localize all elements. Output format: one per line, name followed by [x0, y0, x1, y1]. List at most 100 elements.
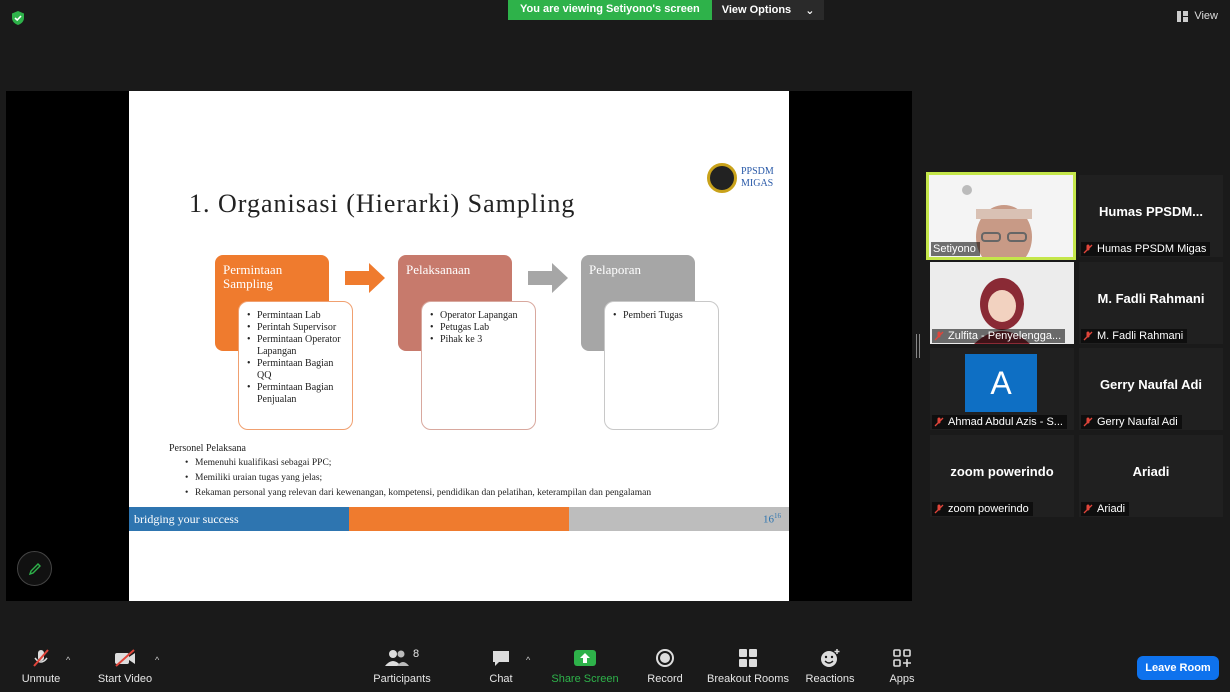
participant-label: zoom powerindo	[932, 502, 1033, 516]
apps-label: Apps	[889, 673, 915, 685]
page-number: 16	[763, 513, 774, 526]
participant-tile-zoom-powerindo[interactable]: zoom powerindo zoom powerindo	[930, 435, 1074, 517]
participant-tile-setiyono[interactable]: Setiyono	[926, 172, 1076, 260]
reactions-label: Reactions	[805, 673, 855, 685]
participants-label: Participants	[373, 673, 431, 685]
footer-tagline: bridging your success	[129, 507, 349, 531]
participant-tile-gerry[interactable]: Gerry Naufal Adi Gerry Naufal Adi	[1079, 348, 1223, 430]
start-video-label: Start Video	[97, 673, 153, 685]
share-screen-button[interactable]: Share Screen	[551, 648, 619, 685]
participant-tile-ariadi[interactable]: Ariadi Ariadi	[1079, 435, 1223, 517]
ppsdm-emblem-icon	[707, 163, 737, 193]
reactions-button[interactable]: Reactions	[804, 648, 856, 685]
presentation-slide: PPSDM MIGAS 1. Organisasi (Hierarki) Sam…	[129, 91, 789, 601]
list-item: Petugas Lab	[430, 322, 529, 334]
participant-name: Gerry Naufal Adi	[1099, 377, 1203, 392]
record-icon	[656, 649, 674, 667]
view-options-label: View Options	[721, 4, 792, 16]
chat-button[interactable]: Chat	[486, 648, 516, 685]
participant-label: Setiyono	[931, 242, 980, 256]
grid-view-icon	[1177, 10, 1189, 22]
breakout-rooms-label: Breakout Rooms	[707, 673, 789, 685]
mic-muted-icon	[1083, 504, 1093, 514]
slide-footer: bridging your success 1616	[129, 507, 789, 531]
box-title: Permintaan Sampling	[223, 262, 283, 291]
leave-room-button[interactable]: Leave Room	[1137, 656, 1219, 680]
participant-name: zoom powerindo	[950, 464, 1054, 479]
chevron-down-icon: ⌄	[805, 4, 815, 17]
logo-line1: PPSDM	[741, 166, 774, 177]
list-item: Pihak ke 3	[430, 334, 529, 346]
breakout-rooms-button[interactable]: Breakout Rooms	[706, 648, 790, 685]
breakout-rooms-icon	[739, 649, 757, 667]
gallery-resize-handle[interactable]	[916, 334, 920, 358]
ppsdm-logo: PPSDM MIGAS	[707, 163, 774, 193]
viewing-text: You are viewing Setiyono's screen	[508, 0, 712, 20]
personel-item: Memenuhi kualifikasi sebagai PPC;	[185, 456, 651, 471]
start-video-button[interactable]: Start Video	[96, 648, 154, 685]
participants-count: 8	[412, 648, 420, 660]
mic-muted-icon	[1083, 244, 1093, 254]
box-title: Pelaksanaan	[406, 262, 471, 277]
participant-name: Ariadi	[1132, 464, 1170, 479]
share-screen-icon	[574, 650, 596, 666]
mic-muted-icon	[934, 417, 944, 427]
slide-title: 1. Organisasi (Hierarki) Sampling	[189, 189, 576, 218]
arrow-right-icon	[345, 263, 385, 293]
apps-icon	[893, 649, 911, 667]
list-item: Permintaan Bagian QQ	[247, 358, 346, 382]
mic-muted-icon	[1083, 417, 1093, 427]
logo-line2: MIGAS	[741, 178, 774, 189]
mic-muted-icon	[934, 504, 944, 514]
list-item: Pemberi Tugas	[613, 310, 712, 322]
page-number-area: 1616	[569, 507, 789, 531]
box-title: Pelaporan	[589, 262, 641, 277]
mic-muted-icon	[33, 649, 49, 667]
footer-orange-band	[349, 507, 569, 531]
list-item: Perintah Supervisor	[247, 322, 346, 334]
security-shield-icon[interactable]	[10, 10, 26, 26]
view-button[interactable]: View	[1177, 10, 1218, 22]
chat-icon	[493, 651, 509, 666]
share-screen-label: Share Screen	[551, 673, 619, 685]
page-sup: 16	[774, 512, 781, 520]
list-item: Operator Lapangan	[430, 310, 529, 322]
participant-tile-ahmad[interactable]: A Ahmad Abdul Azis - S...	[930, 348, 1074, 430]
list-item: Permintaan Operator Lapangan	[247, 334, 346, 358]
list-item: Permintaan Bagian Penjualan	[247, 382, 346, 406]
participant-tile-zulfita[interactable]: Zulfita - Penyelengga...	[930, 262, 1074, 344]
participant-label: Ariadi	[1081, 502, 1130, 516]
video-options-caret-icon[interactable]: ^	[155, 655, 159, 665]
mic-muted-icon	[1083, 331, 1093, 341]
record-label: Record	[647, 673, 683, 685]
unmute-button[interactable]: Unmute	[20, 648, 62, 685]
personel-item: Rekaman personal yang relevan dari kewen…	[185, 486, 651, 501]
box-pelaporan-list: Pemberi Tugas	[604, 301, 719, 430]
view-options-button[interactable]: View Options ⌄	[711, 0, 825, 20]
audio-options-caret-icon[interactable]: ^	[66, 655, 70, 665]
participant-label: Gerry Naufal Adi	[1081, 415, 1182, 429]
participant-label: Zulfita - Penyelengga...	[932, 329, 1066, 343]
participant-tile-fadli[interactable]: M. Fadli Rahmani M. Fadli Rahmani	[1079, 262, 1223, 344]
participant-label: M. Fadli Rahmani	[1081, 329, 1188, 343]
record-button[interactable]: Record	[646, 648, 684, 685]
arrow-right-icon	[528, 263, 568, 293]
mic-muted-icon	[934, 331, 944, 341]
annotate-button[interactable]	[17, 551, 52, 586]
chat-label: Chat	[489, 673, 513, 685]
box-permintaan-list: Permintaan Lab Perintah Supervisor Permi…	[238, 301, 353, 430]
reactions-icon	[821, 649, 840, 667]
box-pelaksanaan-list: Operator Lapangan Petugas Lab Pihak ke 3	[421, 301, 536, 430]
unmute-label: Unmute	[21, 673, 61, 685]
list-item: Permintaan Lab	[247, 310, 346, 322]
participant-tile-humas[interactable]: Humas PPSDM... Humas PPSDM Migas	[1079, 175, 1223, 257]
chat-options-caret-icon[interactable]: ^	[526, 655, 530, 665]
apps-button[interactable]: Apps	[886, 648, 918, 685]
screen-share-banner: You are viewing Setiyono's screen View O…	[508, 0, 825, 20]
participants-button[interactable]: 8 Participants	[372, 648, 432, 685]
participants-icon	[384, 650, 409, 666]
participant-name: Humas PPSDM...	[1098, 204, 1204, 219]
pencil-icon	[28, 562, 41, 575]
personel-item: Memiliki uraian tugas yang jelas;	[185, 471, 651, 486]
video-off-icon	[115, 649, 135, 667]
